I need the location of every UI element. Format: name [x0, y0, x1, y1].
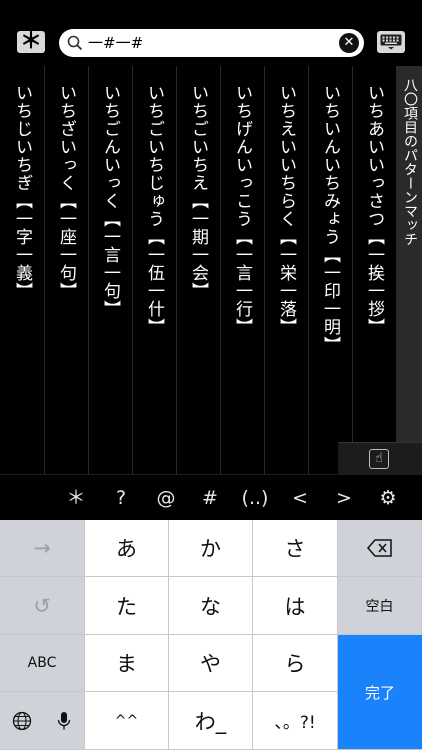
- cursor-forward-key[interactable]: →: [0, 520, 85, 577]
- abc-mode-key[interactable]: ABC: [0, 635, 85, 692]
- result-item[interactable]: いちごんいっく【一言一句】: [89, 66, 133, 474]
- asterisk-icon: ＊: [19, 29, 42, 54]
- a-row-key[interactable]: あ: [85, 520, 169, 577]
- result-item[interactable]: いちじいちぎ【一字一義】: [1, 66, 45, 474]
- result-item[interactable]: いちげんいっこう【一言一行】: [221, 66, 265, 474]
- keyboard-toggle-button[interactable]: [377, 31, 405, 53]
- cursor-right-button[interactable]: >: [324, 475, 364, 521]
- hand-pointer-icon: ☝: [369, 449, 389, 469]
- result-count-label: 八〇項目のパターンマッチ: [397, 66, 422, 442]
- keyboard-icon: [380, 34, 402, 50]
- done-button[interactable]: 完了: [338, 635, 422, 750]
- cursor-left-button[interactable]: <: [280, 475, 320, 521]
- top-bar: ＊ 一#一# ✕: [0, 0, 422, 66]
- delete-key[interactable]: [338, 520, 422, 577]
- group-symbol-button[interactable]: (..): [235, 475, 275, 521]
- question-symbol-button[interactable]: ?: [101, 475, 141, 521]
- ya-row-key[interactable]: や: [169, 635, 253, 692]
- space-key[interactable]: 空白: [338, 577, 422, 635]
- clear-icon[interactable]: ✕: [339, 33, 359, 53]
- at-symbol-button[interactable]: @: [146, 475, 186, 521]
- punctuation-key[interactable]: 、。?!: [253, 692, 338, 750]
- search-icon: [67, 35, 83, 51]
- ka-row-key[interactable]: か: [169, 520, 253, 577]
- hash-symbol-button[interactable]: #: [190, 475, 230, 521]
- search-field[interactable]: 一#一# ✕: [59, 29, 364, 57]
- touch-mode-button[interactable]: ☝: [338, 442, 422, 475]
- microphone-icon[interactable]: [43, 692, 85, 750]
- search-input[interactable]: 一#一#: [88, 34, 143, 52]
- kaomoji-key[interactable]: ^^: [85, 692, 169, 750]
- result-item[interactable]: いちいんいちみょう【一印一明】: [309, 66, 353, 474]
- backspace-icon: [366, 539, 392, 557]
- symbol-bar: ＊ ? @ # (..) < > ⚙: [0, 474, 422, 521]
- result-item[interactable]: いちごいちじゅう【一伍一什】: [133, 66, 177, 474]
- ma-row-key[interactable]: ま: [85, 635, 169, 692]
- ra-row-key[interactable]: ら: [253, 635, 338, 692]
- na-row-key[interactable]: な: [169, 577, 253, 635]
- gear-icon[interactable]: ⚙: [368, 475, 408, 521]
- ta-row-key[interactable]: た: [85, 577, 169, 635]
- wa-row-key[interactable]: わ_: [169, 692, 253, 750]
- kana-keyboard: → あ か さ ↺ た な は 空白 ABC ま や ら 完了 ^^ わ_ 、。…: [0, 520, 422, 750]
- result-item[interactable]: いちあいいっさつ【一挨一拶】: [353, 66, 397, 474]
- sa-row-key[interactable]: さ: [253, 520, 338, 577]
- undo-key[interactable]: ↺: [0, 577, 85, 635]
- result-item[interactable]: いちえいいちらく【一栄一落】: [265, 66, 309, 474]
- result-item[interactable]: いちざいっく【一座一句】: [45, 66, 89, 474]
- wildcard-menu-button[interactable]: ＊: [17, 31, 45, 53]
- results-list: いちあいいっさつ【一挨一拶】 いちいんいちみょう【一印一明】 いちえいいちらく【…: [0, 66, 397, 474]
- globe-icon[interactable]: [0, 692, 43, 750]
- result-item[interactable]: いちごいちえ【一期一会】: [177, 66, 221, 474]
- ha-row-key[interactable]: は: [253, 577, 338, 635]
- wildcard-symbol-button[interactable]: ＊: [56, 475, 96, 521]
